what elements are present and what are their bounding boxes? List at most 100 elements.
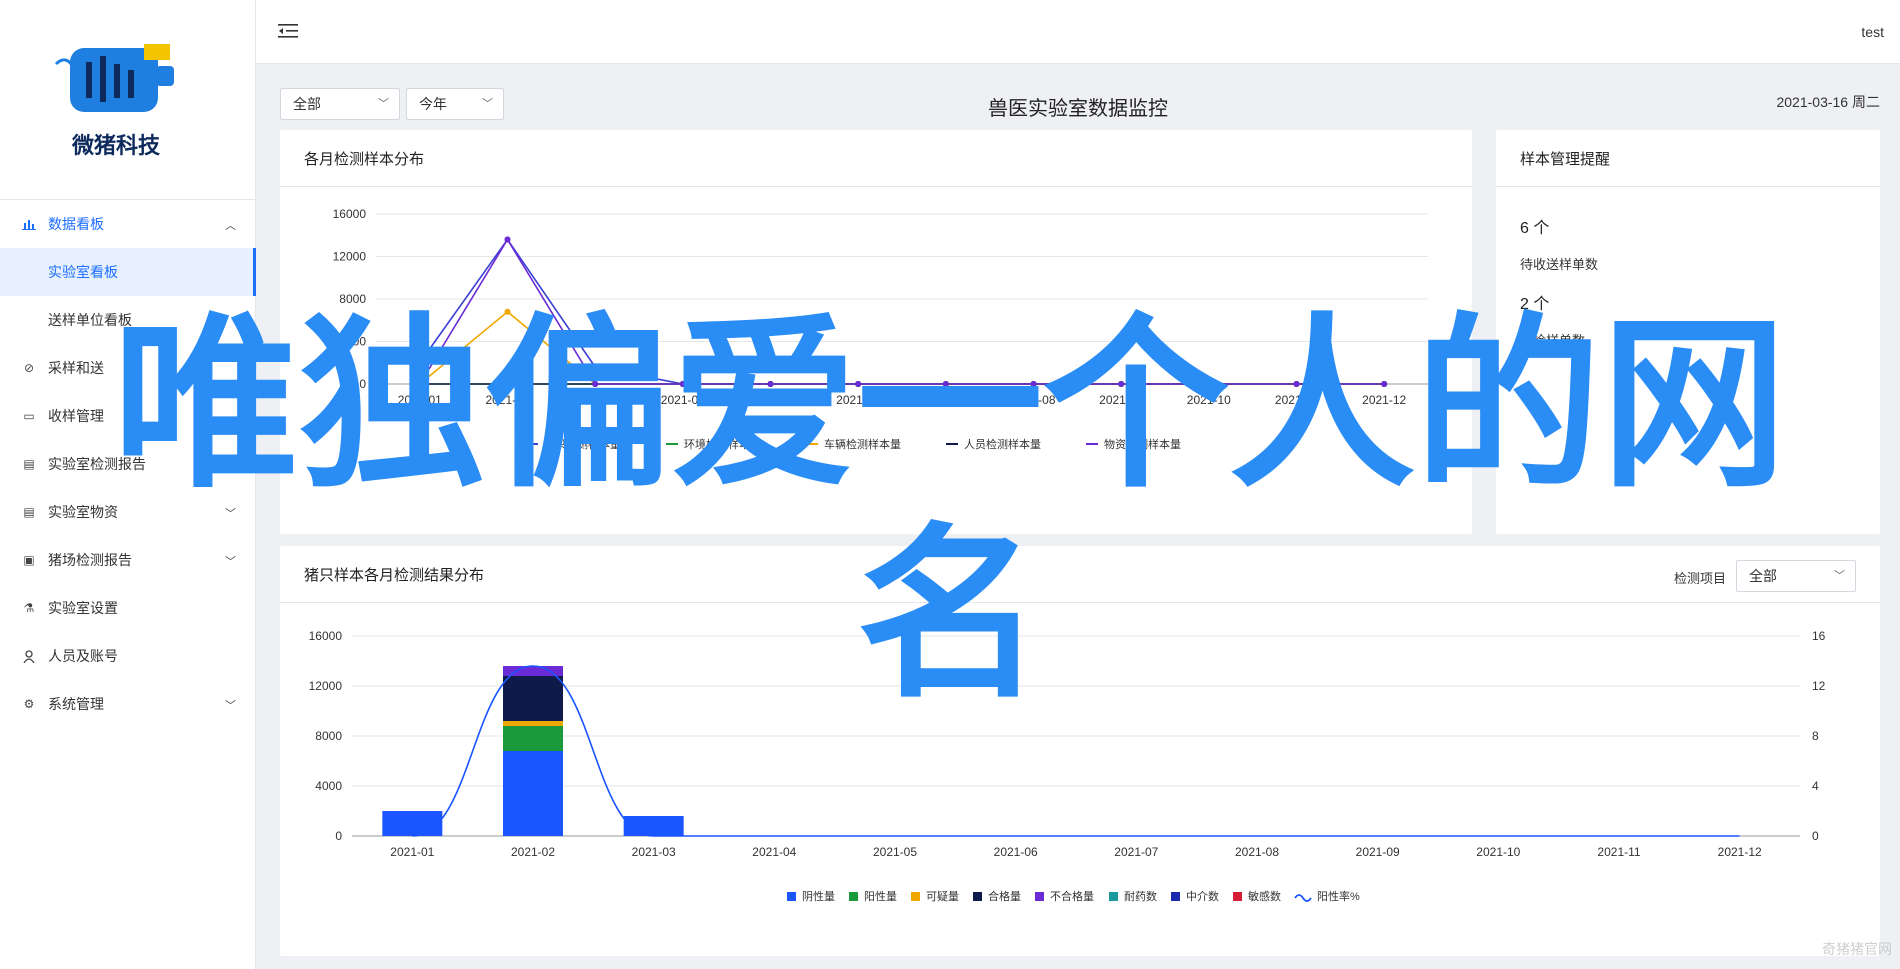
sidebar-item-label: 实验室检测报告 <box>48 456 146 472</box>
legend-swatch <box>1233 892 1242 901</box>
sidebar-item-receiving[interactable]: ▭ 收样管理 <box>0 392 256 440</box>
y-tick-label: 0 <box>359 377 366 391</box>
sidebar-item-lab-settings[interactable]: ⚗ 实验室设置 <box>0 584 256 632</box>
x-tick-label: 2021-09 <box>1099 393 1143 407</box>
monthly-samples-card: 各月检测样本分布 16000 12000 8000 4000 0 2021-01 2021-… <box>280 130 1472 534</box>
logo-text: 微猪科技 <box>71 133 160 158</box>
legend-label: 车辆检测样本量 <box>824 437 901 451</box>
data-point <box>504 381 511 387</box>
sidebar-item-sampling[interactable]: ⊘ 采样和送 <box>0 344 256 392</box>
data-point <box>504 308 511 315</box>
sidebar-item-label: 实验室物资 <box>48 504 118 520</box>
x-tick-label: 2021-12 <box>1362 393 1406 407</box>
unchecked-label: 未检样单数 <box>1520 333 1586 348</box>
stacked-bar <box>503 726 563 751</box>
legend-label: 人员检测样本量 <box>964 437 1041 451</box>
sidebar-item-accounts[interactable]: 人员及账号 <box>0 632 256 680</box>
x-tick-label: 2021-04 <box>661 393 705 407</box>
menu-fold-icon[interactable] <box>278 22 298 40</box>
legend-label: 阳性量 <box>864 889 897 903</box>
x-tick-label: 2021-11 <box>1597 845 1640 859</box>
current-date: 2021-03-16 周二 <box>1776 94 1880 110</box>
data-point <box>1118 381 1125 387</box>
y-tick-label: 16000 <box>333 207 367 221</box>
y2-tick-label: 12 <box>1812 679 1826 693</box>
pending-count: 6 个 <box>1520 220 1550 237</box>
top-bar: test <box>256 0 1900 64</box>
sidebar-item-label: 系统管理 <box>48 696 104 712</box>
sidebar-item-lab-supplies[interactable]: ▤ 实验室物资 ﹀ <box>0 488 256 536</box>
x-tick-label: 2021-10 <box>1476 845 1520 859</box>
sample-reminder-card: 样本管理提醒 6 个 待收送样单数 2 个 未检样单数 <box>1496 130 1880 534</box>
x-tick-label: 2021-08 <box>1011 393 1055 407</box>
y-tick-label: 8000 <box>315 729 342 743</box>
x-tick-label: 2021-03 <box>632 845 676 859</box>
chevron-down-icon: ﹀ <box>225 508 236 520</box>
card-title: 样本管理提醒 <box>1520 151 1611 168</box>
data-point <box>504 236 511 243</box>
chevron-down-icon: ﹀ <box>225 556 236 568</box>
data-point <box>942 381 949 387</box>
sidebar-item-label: 猪场检测报告 <box>48 552 132 568</box>
legend-label: 合格量 <box>988 889 1021 903</box>
user-name[interactable]: test <box>1861 24 1884 40</box>
stacked-bar <box>503 676 563 721</box>
data-point <box>416 359 423 366</box>
legend-swatch <box>973 892 982 901</box>
report-icon: ▣ <box>23 553 35 567</box>
test-item-select[interactable]: 全部 ﹀ <box>1736 560 1856 592</box>
data-point <box>679 381 686 387</box>
data-point <box>1293 381 1300 387</box>
sidebar-item-label: 实验室设置 <box>48 600 118 616</box>
x-tick-label: 2021-05 <box>873 845 917 859</box>
legend-label: 敏感数 <box>1248 889 1281 903</box>
results-distribution-card: 猪只样本各月检测结果分布 检测项目 全部 ﹀ 16000 16 12000 12 800… <box>280 546 1880 956</box>
sidebar-item-label: 收样管理 <box>48 408 104 424</box>
card-divider <box>1496 186 1880 187</box>
sidebar-item-lab-board[interactable]: 实验室看板 <box>0 248 256 296</box>
rate-line <box>412 665 1740 837</box>
link-icon: ⊘ <box>23 361 35 375</box>
x-tick-label: 2021-01 <box>390 845 434 859</box>
legend-label: 猪只检测样本量 <box>544 437 621 451</box>
series-line <box>419 238 1385 385</box>
card-title: 猪只样本各月检测结果分布 <box>304 567 485 584</box>
sidebar-item-data-board[interactable]: 数据看板 ︿ <box>0 200 256 248</box>
logo: 微猪科技 <box>0 0 256 200</box>
sidebar-item-sender-board[interactable]: 送样单位看板 <box>0 296 256 344</box>
legend-label: 物资检测样本量 <box>1104 437 1181 451</box>
y2-tick-label: 16 <box>1812 629 1826 643</box>
x-tick-label: 2021-02 <box>485 393 529 407</box>
gear-icon: ⚙ <box>23 697 35 711</box>
data-point <box>1381 381 1388 387</box>
legend-swatch <box>1171 892 1180 901</box>
results-bar-chart: 16000 16 12000 12 8000 8 4000 4 0 0 2021-01 2021-02… <box>309 629 1826 903</box>
y2-tick-label: 0 <box>1812 829 1819 843</box>
data-point <box>592 381 599 387</box>
stacked-bar <box>623 816 684 836</box>
monthly-line-chart: 16000 12000 8000 4000 0 2021-01 2021-02 2021-03… <box>333 207 1428 451</box>
stacked-bar <box>382 811 443 836</box>
test-item-select-value: 全部 <box>1749 568 1777 584</box>
sidebar-item-farm-report[interactable]: ▣ 猪场检测报告 ﹀ <box>0 536 256 584</box>
x-tick-label: 2021-07 <box>1114 845 1158 859</box>
sidebar-item-label: 实验室看板 <box>48 264 118 280</box>
legend-swatch <box>849 892 858 901</box>
sidebar-item-lab-report[interactable]: ▤ 实验室检测报告 <box>0 440 256 488</box>
y-tick-label: 16000 <box>309 629 343 643</box>
legend-label: 阳性率% <box>1317 889 1360 903</box>
card-title: 各月检测样本分布 <box>304 151 425 168</box>
y-tick-label: 4000 <box>315 779 342 793</box>
legend-swatch <box>1035 892 1044 901</box>
bar-chart-icon <box>22 217 36 231</box>
legend-swatch <box>1109 892 1118 901</box>
unchecked-count: 2 个 <box>1520 296 1550 313</box>
inbox-icon: ▭ <box>23 409 35 423</box>
sidebar-item-system[interactable]: ⚙ 系统管理 ﹀ <box>0 680 256 728</box>
x-tick-label: 2021-10 <box>1187 393 1231 407</box>
data-point <box>1030 381 1037 387</box>
y2-tick-label: 8 <box>1812 729 1819 743</box>
stacked-bar <box>503 751 563 836</box>
clipboard-icon: ▤ <box>23 505 35 519</box>
sidebar-item-label: 送样单位看板 <box>48 312 132 328</box>
